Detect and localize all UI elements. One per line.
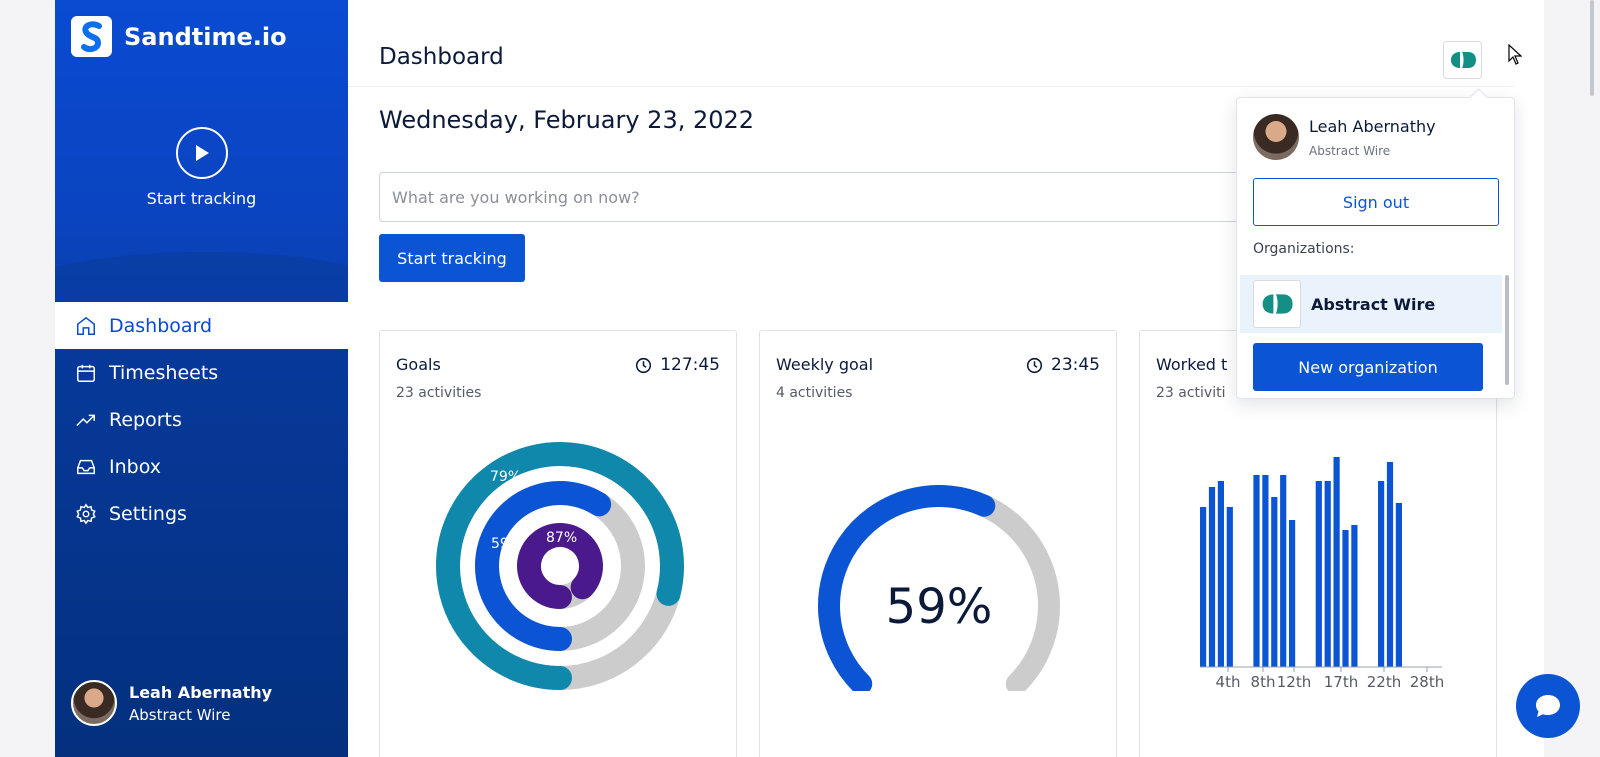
bar	[1200, 507, 1207, 667]
bar	[1351, 525, 1358, 667]
chat-bubble-icon	[1536, 695, 1560, 717]
x-tick-label: 22th	[1367, 673, 1401, 691]
bar	[1226, 507, 1233, 667]
bar	[1262, 475, 1269, 667]
card-time-value: 127:45	[660, 355, 720, 375]
popover-user: Leah Abernathy Abstract Wire	[1253, 114, 1436, 160]
hero-start-tracking-button[interactable]: Start tracking	[55, 127, 348, 208]
card-title: Weekly goal	[776, 355, 874, 374]
start-tracking-button[interactable]: Start tracking	[379, 234, 525, 282]
sidebar-item-dashboard[interactable]: Dashboard	[55, 302, 348, 349]
gauge-label: 59%	[886, 579, 993, 635]
mouse-cursor-icon	[1508, 44, 1522, 65]
sidebar-item-reports[interactable]: Reports	[55, 396, 348, 443]
chat-button[interactable]	[1516, 674, 1580, 738]
popover-user-name: Leah Abernathy	[1309, 116, 1436, 136]
card-title: Worked t	[1156, 355, 1228, 374]
x-tick-label: 12th	[1277, 673, 1311, 691]
card-subtitle: 23 activities	[396, 385, 482, 401]
goals-ring-chart: 79% 59% 87%	[436, 442, 684, 690]
calendar-icon	[77, 364, 95, 382]
clock-icon	[636, 357, 652, 373]
goals-card: Goals 127:45 23 activities 79% 59% 87%	[379, 330, 737, 757]
card-subtitle: 4 activities	[776, 385, 853, 401]
worked-time-bar-chart: 4th 8th 12th 17th 22th 28th	[1200, 457, 1444, 691]
sidebar-item-settings[interactable]: Settings	[55, 490, 348, 537]
organization-name: Abstract Wire	[1311, 294, 1436, 314]
x-tick-label: 28th	[1410, 673, 1444, 691]
org-logo-icon	[1253, 280, 1301, 328]
gear-icon	[76, 503, 96, 524]
sidebar-item-label: Timesheets	[109, 361, 219, 384]
card-time: 23:45	[1026, 355, 1100, 375]
bar	[1280, 475, 1287, 667]
x-tick-label: 8th	[1251, 673, 1276, 691]
user-org: Abstract Wire	[129, 705, 231, 724]
x-tick-label: 4th	[1216, 673, 1241, 691]
x-tick-label: 17th	[1324, 673, 1358, 691]
page-title: Dashboard	[379, 44, 504, 70]
bar	[1271, 497, 1278, 667]
sidebar-item-inbox[interactable]: Inbox	[55, 443, 348, 490]
weekly-goal-gauge: 59%	[818, 485, 1060, 691]
avatar	[71, 680, 117, 726]
page-scrollbar[interactable]	[1590, 0, 1594, 96]
inbox-icon	[77, 459, 95, 474]
sidebar-item-label: Settings	[109, 502, 187, 525]
ring-label: 59%	[491, 536, 522, 552]
hero-start-tracking-label: Start tracking	[146, 189, 257, 208]
card-time-value: 23:45	[1051, 355, 1100, 375]
avatar	[1253, 114, 1299, 160]
bar	[1342, 530, 1349, 667]
user-name: Leah Abernathy	[129, 682, 273, 702]
popover-scrollbar[interactable]	[1505, 275, 1509, 385]
sidebar-hero: Sandtime.io Start tracking	[55, 0, 348, 302]
brand[interactable]: Sandtime.io	[71, 16, 287, 57]
date-heading: Wednesday, February 23, 2022	[379, 106, 755, 134]
bar	[1289, 520, 1296, 667]
sidebar-nav: Dashboard Timesheets Reports Inbox Setti…	[55, 302, 348, 537]
popover-user-org: Abstract Wire	[1309, 143, 1391, 158]
ring-label: 79%	[490, 469, 521, 485]
account-popover: Leah Abernathy Abstract Wire Sign out Or…	[1236, 97, 1515, 399]
sidebar-item-label: Inbox	[109, 455, 161, 478]
sidebar-item-label: Reports	[109, 408, 182, 431]
bar	[1386, 462, 1394, 667]
sidebar-user[interactable]: Leah Abernathy Abstract Wire	[71, 680, 272, 726]
bar	[1395, 503, 1402, 667]
trending-up-icon	[76, 414, 95, 426]
play-icon	[175, 127, 228, 179]
org-logo-icon	[1450, 52, 1476, 68]
bar	[1217, 481, 1224, 667]
organizations-label: Organizations:	[1253, 241, 1355, 257]
sidebar-item-label: Dashboard	[109, 314, 213, 337]
ring-label: 87%	[546, 530, 577, 546]
card-title: Goals	[396, 355, 441, 374]
home-icon	[77, 316, 95, 335]
brand-logo-icon	[71, 16, 112, 57]
bar	[1253, 475, 1260, 667]
bar	[1324, 481, 1331, 667]
weekly-goal-card: Weekly goal 23:45 4 activities 59%	[759, 330, 1117, 757]
card-time: 127:45	[635, 355, 720, 375]
bar	[1315, 481, 1322, 667]
sign-out-button[interactable]: Sign out	[1253, 178, 1499, 226]
new-organization-button[interactable]: New organization	[1253, 343, 1483, 391]
bar	[1378, 481, 1385, 667]
clock-icon	[1026, 357, 1043, 373]
brand-name: Sandtime.io	[124, 22, 287, 51]
card-subtitle: 23 activiti	[1156, 385, 1226, 401]
organization-item[interactable]: Abstract Wire	[1240, 275, 1502, 333]
header: Dashboard	[348, 0, 1514, 87]
sidebar: Sandtime.io Start tracking Dashboard Tim…	[55, 0, 348, 757]
bar	[1208, 487, 1216, 667]
org-switcher-button[interactable]	[1443, 41, 1482, 79]
bar	[1333, 457, 1340, 667]
sidebar-item-timesheets[interactable]: Timesheets	[55, 349, 348, 396]
